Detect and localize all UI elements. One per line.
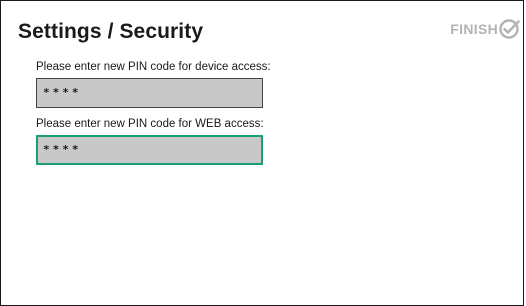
finish-button[interactable]: FINISH — [450, 18, 520, 40]
device-pin-input[interactable]: **** — [36, 78, 263, 108]
web-pin-input[interactable]: **** — [36, 135, 263, 165]
web-pin-label: Please enter new PIN code for WEB access… — [36, 118, 264, 130]
finish-label: FINISH — [450, 21, 498, 37]
check-circle-icon — [499, 19, 520, 39]
settings-panel: Settings / Security FINISH Please enter … — [0, 0, 524, 306]
page-title: Settings / Security — [18, 20, 204, 43]
device-pin-label: Please enter new PIN code for device acc… — [36, 61, 271, 73]
